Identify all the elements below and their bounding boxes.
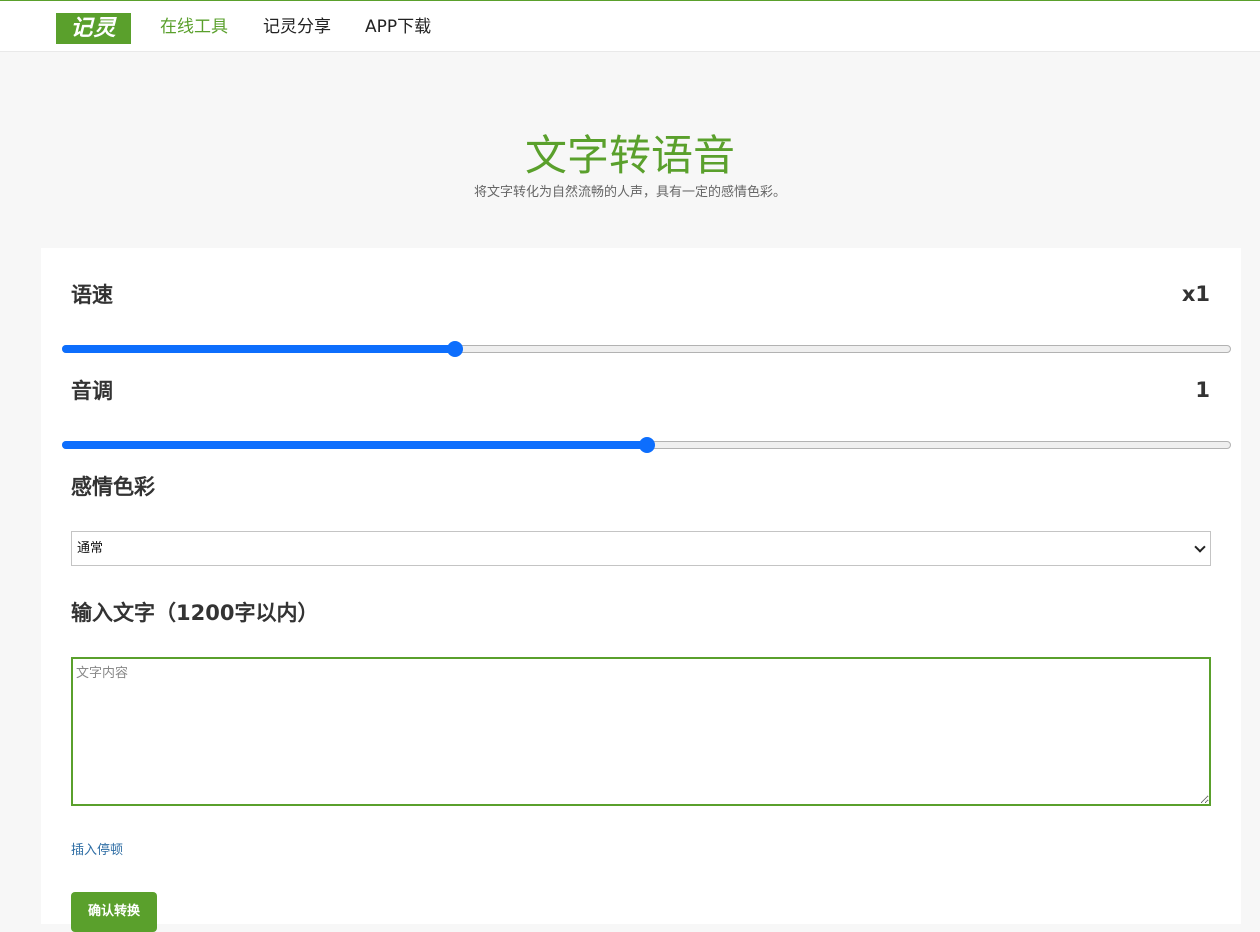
speed-label: 语速 <box>71 283 113 307</box>
page-subtitle: 将文字转化为自然流畅的人声，具有一定的感情色彩。 <box>473 185 786 200</box>
emotion-selected-value: 通常 <box>77 541 104 556</box>
emotion-select[interactable]: 通常 <box>71 531 1211 566</box>
page-title: 文字转语音 <box>524 131 735 180</box>
speed-slider-thumb[interactable] <box>446 341 463 357</box>
pitch-slider-thumb[interactable] <box>638 437 655 453</box>
nav-link-app-download[interactable]: APP下载 <box>365 16 431 38</box>
speed-slider[interactable] <box>62 341 1231 357</box>
nav-link-online-tools[interactable]: 在线工具 <box>160 16 228 38</box>
insert-pause-link[interactable]: 插入停顿 <box>71 842 123 860</box>
top-navbar: 记灵 在线工具 记灵分享 APP下载 <box>0 0 1260 52</box>
emotion-label: 感情色彩 <box>71 475 155 499</box>
nav-link-share[interactable]: 记灵分享 <box>263 16 331 38</box>
chevron-down-icon <box>1194 541 1206 553</box>
speed-value: x1 <box>1181 282 1210 306</box>
pitch-slider[interactable] <box>62 437 1231 453</box>
text-input-label: 输入文字（1200字以内） <box>71 601 319 625</box>
pitch-value: 1 <box>1195 378 1210 402</box>
pitch-slider-fill <box>62 441 647 449</box>
speed-slider-fill <box>62 345 455 353</box>
tts-form-card: 语速 x1 音调 1 感情色彩 通常 输入文字（1200字以内） 插入停顿 确认… <box>41 248 1241 932</box>
site-logo[interactable]: 记灵 <box>56 13 131 44</box>
confirm-convert-button[interactable]: 确认转换 <box>71 892 157 932</box>
text-content-input[interactable] <box>71 657 1211 806</box>
pitch-label: 音调 <box>71 379 113 403</box>
